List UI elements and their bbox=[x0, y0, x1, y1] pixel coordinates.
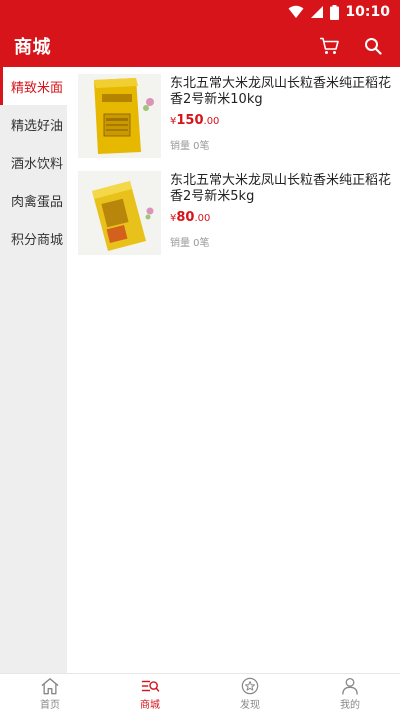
sidebar-item-points-mall[interactable]: 积分商城 bbox=[0, 219, 67, 257]
product-price: ¥150.00 bbox=[170, 113, 219, 128]
sidebar-item-label: 肉禽蛋品 bbox=[11, 194, 64, 210]
price-decimal: .00 bbox=[203, 116, 220, 127]
price-integer: 150 bbox=[176, 113, 204, 128]
nav-label: 首页 bbox=[40, 700, 60, 711]
home-icon bbox=[41, 678, 59, 695]
category-sidebar: 精致米面 精选好油 酒水饮料 肉禽蛋品 积分商城 bbox=[0, 67, 67, 673]
cart-button[interactable] bbox=[316, 33, 342, 59]
product-image[interactable] bbox=[78, 171, 161, 255]
nav-shop[interactable]: 商城 bbox=[100, 674, 200, 711]
nav-label: 发现 bbox=[240, 700, 260, 711]
product-sales: 销量 0笔 bbox=[170, 238, 210, 249]
product-title[interactable]: 东北五常大米龙凤山长粒香米纯正稻花香2号新米10kg bbox=[170, 76, 392, 108]
sidebar-item-label: 精选好油 bbox=[11, 118, 64, 134]
profile-icon bbox=[342, 677, 358, 695]
discover-icon bbox=[241, 677, 259, 695]
nav-label: 我的 bbox=[340, 700, 360, 711]
wifi-icon bbox=[288, 5, 304, 19]
sidebar-item-drinks[interactable]: 酒水饮料 bbox=[0, 143, 67, 181]
price-decimal: .00 bbox=[194, 213, 211, 224]
product-title[interactable]: 东北五常大米龙凤山长粒香米纯正稻花香2号新米5kg bbox=[170, 173, 392, 205]
product-price: ¥80.00 bbox=[170, 210, 210, 225]
price-integer: 80 bbox=[176, 210, 195, 225]
product-sales: 销量 0笔 bbox=[170, 141, 210, 152]
product-item[interactable]: 东北五常大米龙凤山长粒香米纯正稻花香2号新米10kg ¥150.00 销量 0笔 bbox=[67, 67, 400, 159]
sidebar-item-oil[interactable]: 精选好油 bbox=[0, 105, 67, 143]
nav-label: 商城 bbox=[140, 700, 160, 711]
shop-icon bbox=[141, 680, 160, 692]
signal-icon bbox=[310, 5, 324, 19]
sidebar-item-label: 精致米面 bbox=[11, 80, 64, 96]
status-bar: 10:10 bbox=[0, 0, 400, 24]
battery-icon bbox=[330, 4, 340, 20]
sidebar-item-label: 积分商城 bbox=[11, 232, 64, 248]
sidebar-item-meat-eggs[interactable]: 肉禽蛋品 bbox=[0, 181, 67, 219]
page-title: 商城 bbox=[14, 36, 51, 58]
sidebar-item-label: 酒水饮料 bbox=[11, 156, 64, 172]
nav-discover[interactable]: 发现 bbox=[200, 674, 300, 711]
product-image[interactable] bbox=[78, 74, 161, 158]
app-bar: 商城 bbox=[0, 24, 400, 67]
bottom-nav: 首页 商城 发现 我的 bbox=[0, 673, 400, 711]
product-item[interactable]: 东北五常大米龙凤山长粒香米纯正稻花香2号新米5kg ¥80.00 销量 0笔 bbox=[67, 164, 400, 256]
nav-home[interactable]: 首页 bbox=[0, 674, 100, 711]
search-button[interactable] bbox=[360, 33, 386, 59]
sidebar-item-rice-noodles[interactable]: 精致米面 bbox=[0, 67, 67, 105]
nav-profile[interactable]: 我的 bbox=[300, 674, 400, 711]
product-list: 东北五常大米龙凤山长粒香米纯正稻花香2号新米10kg ¥150.00 销量 0笔… bbox=[67, 67, 400, 673]
search-icon bbox=[365, 37, 382, 55]
status-time: 10:10 bbox=[345, 4, 390, 20]
cart-icon bbox=[320, 37, 339, 54]
